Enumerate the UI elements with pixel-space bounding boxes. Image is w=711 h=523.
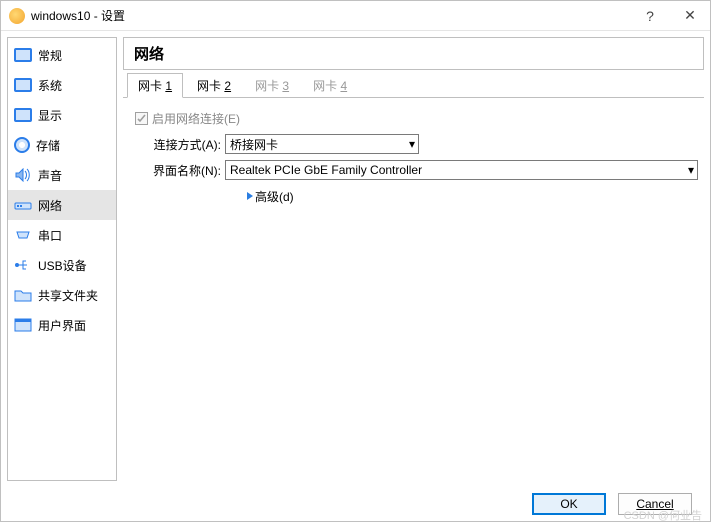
sidebar-item-label: 常规: [38, 47, 62, 64]
sidebar-item-label: 显示: [38, 107, 62, 124]
storage-icon: [14, 137, 30, 153]
interface-name-label: 界面名称(N):: [129, 162, 221, 179]
settings-window: windows10 - 设置 ? ✕ 常规 系统 显示 存储: [0, 0, 711, 522]
sidebar-item-label: 共享文件夹: [38, 287, 98, 304]
general-icon: [14, 48, 32, 62]
sidebar-item-label: 声音: [38, 167, 62, 184]
close-button[interactable]: ✕: [670, 1, 710, 31]
display-icon: [14, 108, 32, 122]
sidebar-item-shared[interactable]: 共享文件夹: [8, 280, 116, 310]
sidebar-item-usb[interactable]: USB设备: [8, 250, 116, 280]
help-button[interactable]: ?: [630, 1, 670, 31]
attach-mode-label: 连接方式(A):: [129, 136, 221, 153]
main-panel: 网络 网卡 1 网卡 2 网卡 3 网卡 4 启用网络连接(E) 连接方式(A)…: [123, 37, 704, 481]
tab-content: 启用网络连接(E) 连接方式(A): 桥接网卡 ▾ 界面名称(N): Realt…: [123, 98, 704, 481]
tab-adapter-2[interactable]: 网卡 2: [187, 74, 241, 97]
serial-icon: [14, 228, 32, 242]
sidebar-item-label: 用户界面: [38, 317, 86, 334]
sidebar-item-label: 网络: [38, 197, 62, 214]
ui-icon: [14, 318, 32, 332]
chevron-down-icon: ▾: [409, 137, 415, 151]
sidebar-item-general[interactable]: 常规: [8, 40, 116, 70]
folder-icon: [14, 288, 32, 302]
sidebar-item-audio[interactable]: 声音: [8, 160, 116, 190]
advanced-label: 高级(d): [255, 188, 294, 205]
attach-mode-select[interactable]: 桥接网卡 ▾: [225, 134, 419, 154]
sidebar-item-label: 串口: [38, 227, 62, 244]
sidebar-item-display[interactable]: 显示: [8, 100, 116, 130]
usb-icon: [14, 258, 32, 272]
tab-adapter-1[interactable]: 网卡 1: [127, 73, 183, 98]
interface-name-select[interactable]: Realtek PCIe GbE Family Controller ▾: [225, 160, 698, 180]
sidebar-item-serial[interactable]: 串口: [8, 220, 116, 250]
sidebar-item-network[interactable]: 网络: [8, 190, 116, 220]
sidebar-item-ui[interactable]: 用户界面: [8, 310, 116, 340]
system-icon: [14, 78, 32, 92]
sidebar-item-label: 系统: [38, 77, 62, 94]
ok-button[interactable]: OK: [532, 493, 606, 515]
sidebar-item-storage[interactable]: 存储: [8, 130, 116, 160]
window-title: windows10 - 设置: [31, 7, 125, 24]
interface-name-value: Realtek PCIe GbE Family Controller: [230, 163, 422, 177]
triangle-right-icon: [247, 192, 253, 200]
page-title: 网络: [123, 37, 704, 70]
cancel-button[interactable]: Cancel: [618, 493, 692, 515]
dialog-footer: OK Cancel: [1, 487, 710, 521]
app-icon: [9, 8, 25, 24]
sidebar-item-system[interactable]: 系统: [8, 70, 116, 100]
advanced-expander[interactable]: 高级(d): [247, 188, 294, 205]
enable-network-label: 启用网络连接(E): [152, 110, 240, 127]
checkbox-icon: [135, 112, 148, 125]
tab-adapter-4[interactable]: 网卡 4: [303, 74, 357, 97]
network-icon: [14, 198, 32, 212]
enable-network-checkbox[interactable]: 启用网络连接(E): [135, 110, 240, 127]
sidebar: 常规 系统 显示 存储 声音: [7, 37, 117, 481]
sidebar-item-label: USB设备: [38, 257, 87, 274]
tab-adapter-3[interactable]: 网卡 3: [245, 74, 299, 97]
audio-icon: [14, 168, 32, 182]
chevron-down-icon: ▾: [688, 163, 694, 177]
titlebar: windows10 - 设置 ? ✕: [1, 1, 710, 31]
attach-mode-value: 桥接网卡: [230, 136, 278, 153]
sidebar-item-label: 存储: [36, 137, 60, 154]
tabs: 网卡 1 网卡 2 网卡 3 网卡 4: [123, 74, 704, 98]
